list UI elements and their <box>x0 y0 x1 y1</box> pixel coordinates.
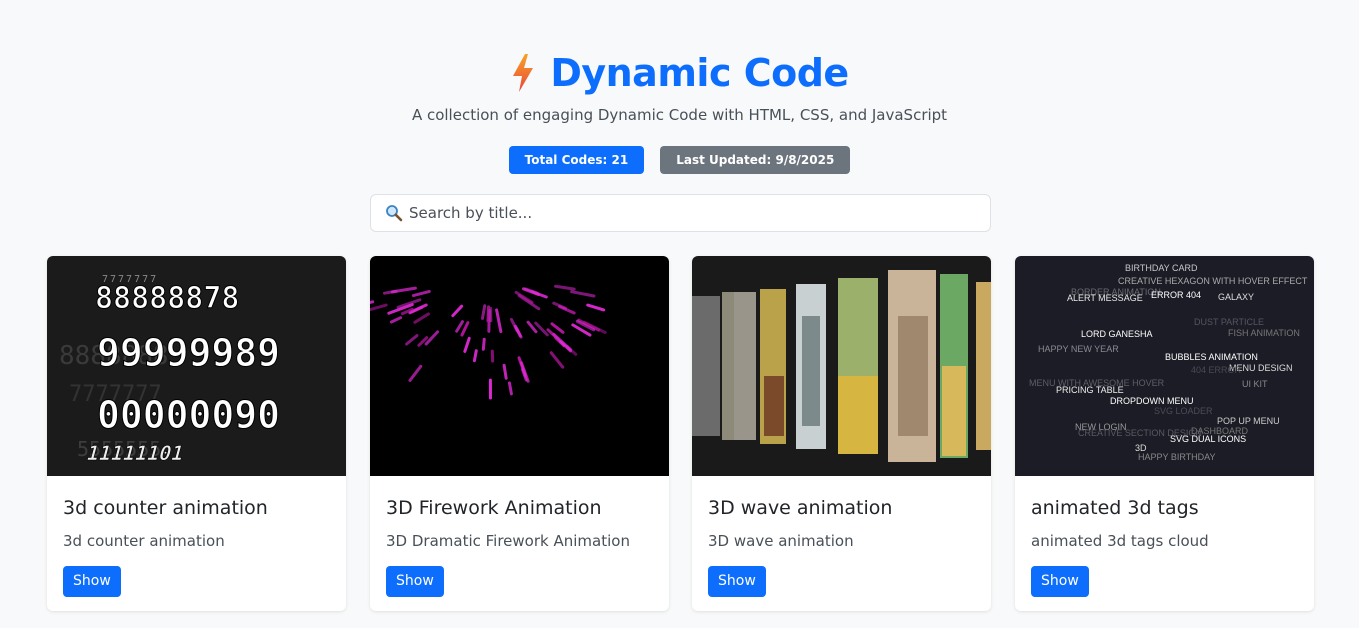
tag-label: SVG DUAL ICONS <box>1170 434 1246 444</box>
tag-label: BUBBLES ANIMATION <box>1165 352 1258 362</box>
tag-label: GALAXY <box>1218 292 1254 302</box>
tag-label: DROPDOWN MENU <box>1110 396 1194 406</box>
page-subtitle: A collection of engaging Dynamic Code wi… <box>411 106 948 124</box>
firework-spark <box>481 337 486 351</box>
search-input[interactable] <box>409 204 990 222</box>
tag-label: FISH ANIMATION <box>1228 328 1300 338</box>
show-button[interactable]: Show <box>708 566 766 597</box>
counter-row-1: 88888878 <box>95 281 240 316</box>
card-3d-wave-animation: 3D wave animation 3D wave animation Show <box>692 256 991 611</box>
card-body: 3D wave animation 3D wave animation Show <box>692 476 991 597</box>
show-button[interactable]: Show <box>386 566 444 597</box>
tag-label: POP UP MENU <box>1217 416 1280 426</box>
card-body: 3D Firework Animation 3D Dramatic Firewo… <box>370 476 669 597</box>
title-row: Dynamic Code <box>0 50 1359 96</box>
tag-label: SVG LOADER <box>1154 406 1213 416</box>
card-animated-3d-tags: BIRTHDAY CARD CREATIVE HEXAGON WITH HOVE… <box>1015 256 1314 611</box>
card-3d-firework-animation: 3D Firework Animation 3D Dramatic Firewo… <box>370 256 669 611</box>
tag-cloud-preview: BIRTHDAY CARD CREATIVE HEXAGON WITH HOVE… <box>1015 256 1314 476</box>
tag-label: HAPPY BIRTHDAY <box>1138 452 1216 462</box>
counter-animation-preview: 7777777 8888888 7777777 5555555 88888878… <box>47 256 346 476</box>
firework-spark <box>472 349 478 363</box>
card-description: animated 3d tags cloud <box>1031 532 1209 550</box>
search-bar <box>370 194 991 232</box>
firework-spark <box>486 305 491 323</box>
card-title: animated 3d tags <box>1031 497 1199 519</box>
total-codes-badge: Total Codes: 21 <box>508 146 645 174</box>
card-title: 3D Firework Animation <box>386 497 602 519</box>
card-body: 3d counter animation 3d counter animatio… <box>47 476 346 597</box>
card-title: 3d counter animation <box>63 497 268 519</box>
code-cards-grid: 7777777 8888888 7777777 5555555 88888878… <box>47 256 1314 611</box>
card-description: 3D Dramatic Firework Animation <box>386 532 630 550</box>
magnifier-icon <box>386 205 403 222</box>
tag-label: UI KIT <box>1242 379 1268 389</box>
firework-spark <box>507 381 513 396</box>
page-header: Dynamic Code A collection of engaging Dy… <box>0 50 1359 174</box>
page-title: Dynamic Code <box>550 51 849 95</box>
lightning-icon <box>513 54 534 92</box>
tag-label: BIRTHDAY CARD <box>1125 263 1198 273</box>
wave-animation-preview <box>692 256 991 476</box>
card-body: animated 3d tags animated 3d tags cloud … <box>1015 476 1314 597</box>
counter-row-4: 11111101 <box>84 441 187 465</box>
show-button[interactable]: Show <box>63 566 121 597</box>
card-description: 3d counter animation <box>63 532 225 550</box>
tag-label: ALERT MESSAGE <box>1067 293 1143 303</box>
tag-label: LORD GANESHA <box>1081 329 1153 339</box>
card-description: 3D wave animation <box>708 532 854 550</box>
counter-row-2: 99999989 <box>97 331 280 375</box>
tag-label: DUST PARTICLE <box>1194 317 1264 327</box>
stats-badges: Total Codes: 21 Last Updated: 9/8/2025 <box>0 146 1359 174</box>
last-updated-badge: Last Updated: 9/8/2025 <box>660 146 851 174</box>
firework-spark <box>502 363 508 380</box>
tag-label: CREATIVE HEXAGON WITH HOVER EFFECT <box>1118 276 1308 286</box>
tag-label: PRICING TABLE <box>1056 385 1124 395</box>
card-title: 3D wave animation <box>708 497 893 519</box>
tag-label: ERROR 404 <box>1151 290 1201 300</box>
show-button[interactable]: Show <box>1031 566 1089 597</box>
tag-label: HAPPY NEW YEAR <box>1038 344 1119 354</box>
firework-spark <box>382 289 398 295</box>
card-3d-counter-animation: 7777777 8888888 7777777 5555555 88888878… <box>47 256 346 611</box>
counter-row-3: 00000090 <box>97 393 280 437</box>
firework-animation-preview <box>370 256 669 476</box>
tag-label: 404 ERROR <box>1191 365 1242 375</box>
